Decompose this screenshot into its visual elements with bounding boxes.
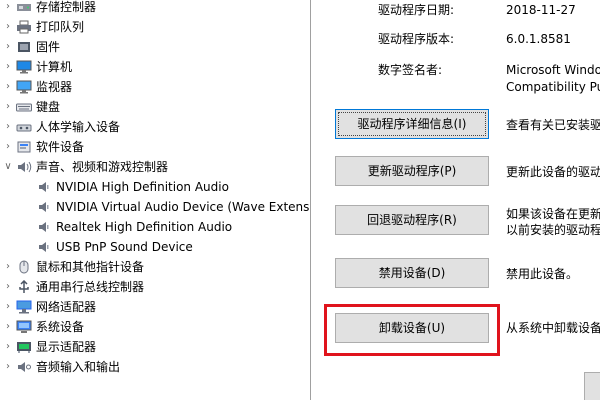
driver-version-label: 驱动程序版本:: [378, 32, 455, 46]
disable-device-button[interactable]: 禁用设备(D): [335, 258, 489, 288]
driver-details-button[interactable]: 驱动程序详细信息(I): [335, 109, 489, 139]
tree-item-label: 声音、视频和游戏控制器: [36, 160, 169, 174]
tree-child-item[interactable]: NVIDIA Virtual Audio Device (Wave Extens…: [0, 197, 310, 217]
tree-item-label: 通用串行总线控制器: [36, 280, 145, 294]
digital-signer-value-line1: Microsoft Windows Hardware: [506, 63, 600, 77]
roll-back-driver-description-line2: 以前安装的驱动程序。: [506, 223, 600, 237]
chevron-right-icon[interactable]: ›: [3, 357, 13, 377]
speaker-icon: [39, 242, 49, 252]
network-adapter-icon: [16, 300, 32, 314]
chevron-right-icon[interactable]: ›: [3, 37, 13, 57]
tree-child-item[interactable]: NVIDIA High Definition Audio: [0, 177, 310, 197]
tree-category-item[interactable]: ∨ 声音、视频和游戏控制器: [0, 157, 310, 177]
tree-item-label: 系统设备: [36, 320, 85, 334]
computer-icon: [16, 60, 32, 74]
speaker-icon: [39, 202, 49, 212]
tree-category-item[interactable]: › 鼠标和其他指针设备: [0, 257, 310, 277]
chevron-right-icon[interactable]: ›: [3, 57, 13, 77]
digital-signer-value-line2: Compatibility Publisher: [506, 80, 600, 94]
digital-signer-label: 数字签名者:: [378, 63, 443, 77]
usb-icon: [19, 280, 29, 293]
chevron-down-icon[interactable]: ∨: [3, 157, 13, 177]
device-tree[interactable]: › 存储控制器 › 打印队列 › 固件 › 计算机 › 监视器 › 键盘 › 人体学输入设备 › 软件设备 ∨ 声…: [0, 0, 310, 400]
keyboard-icon: [16, 103, 32, 112]
tree-category-item[interactable]: › 网络适配器: [0, 297, 310, 317]
driver-properties-panel: 驱动程序日期: 2018-11-27 驱动程序版本: 6.0.1.8581 数字…: [311, 0, 600, 400]
chevron-right-icon[interactable]: ›: [3, 97, 13, 117]
tree-item-label: 键盘: [36, 100, 61, 114]
tree-category-item[interactable]: › 人体学输入设备: [0, 117, 310, 137]
tree-item-label: 监视器: [36, 80, 73, 94]
roll-back-driver-button[interactable]: 回退驱动程序(R): [335, 205, 489, 235]
tree-item-label: USB PnP Sound Device: [56, 240, 193, 254]
driver-version-value: 6.0.1.8581: [506, 32, 571, 46]
chevron-right-icon[interactable]: ›: [3, 77, 13, 97]
tree-item-label: 人体学输入设备: [36, 120, 121, 134]
tree-category-item[interactable]: › 键盘: [0, 97, 310, 117]
uninstall-device-description: 从系统中卸载设备(高级)。: [506, 321, 600, 335]
disable-device-description: 禁用此设备。: [506, 267, 579, 281]
speaker-icon: [39, 182, 49, 192]
chevron-right-icon[interactable]: ›: [3, 0, 13, 17]
storage-controller-icon: [17, 4, 31, 11]
tree-child-item[interactable]: Realtek High Definition Audio: [0, 217, 310, 237]
mouse-icon: [19, 260, 29, 274]
tree-category-item[interactable]: › 软件设备: [0, 137, 310, 157]
system-device-icon: [16, 320, 32, 333]
tree-item-label: 显示适配器: [36, 340, 97, 354]
chevron-right-icon[interactable]: ›: [3, 337, 13, 357]
chevron-right-icon[interactable]: ›: [3, 317, 13, 337]
dialog-action-button[interactable]: [584, 372, 600, 400]
chevron-right-icon[interactable]: ›: [3, 297, 13, 317]
firmware-icon: [18, 42, 30, 52]
chevron-right-icon[interactable]: ›: [3, 257, 13, 277]
chevron-right-icon[interactable]: ›: [3, 17, 13, 37]
speaker-icon: [39, 222, 49, 232]
software-device-icon: [17, 141, 31, 153]
uninstall-device-button[interactable]: 卸载设备(U): [335, 313, 489, 343]
monitor-icon: [16, 80, 32, 94]
tree-item-label: 软件设备: [36, 140, 85, 154]
audio-io-icon: [18, 362, 31, 372]
update-driver-description: 更新此设备的驱动程序。: [506, 165, 600, 179]
tree-child-item[interactable]: USB PnP Sound Device: [0, 237, 310, 257]
tree-category-item[interactable]: › 存储控制器: [0, 0, 310, 17]
update-driver-button[interactable]: 更新驱动程序(P): [335, 156, 489, 186]
printer-icon: [17, 20, 31, 34]
tree-item-label: NVIDIA Virtual Audio Device (Wave Extens…: [56, 200, 310, 214]
tree-item-label: 固件: [36, 40, 61, 54]
tree-category-item[interactable]: › 固件: [0, 37, 310, 57]
tree-item-label: 存储控制器: [36, 0, 97, 14]
tree-item-label: Realtek High Definition Audio: [56, 220, 233, 234]
tree-item-label: 音频输入和输出: [36, 360, 121, 374]
tree-category-item[interactable]: › 计算机: [0, 57, 310, 77]
chevron-right-icon[interactable]: ›: [3, 277, 13, 297]
tree-category-item[interactable]: › 显示适配器: [0, 337, 310, 357]
hid-icon: [16, 124, 32, 132]
driver-date-label: 驱动程序日期:: [378, 3, 455, 17]
tree-category-item[interactable]: › 系统设备: [0, 317, 310, 337]
tree-category-item[interactable]: › 监视器: [0, 77, 310, 97]
roll-back-driver-description-line1: 如果该设备在更新驱动程序时失败，则: [506, 207, 600, 221]
chevron-right-icon[interactable]: ›: [3, 117, 13, 137]
tree-category-item[interactable]: › 通用串行总线控制器: [0, 277, 310, 297]
tree-item-label: NVIDIA High Definition Audio: [56, 180, 229, 194]
tree-item-label: 鼠标和其他指针设备: [36, 260, 145, 274]
display-adapter-icon: [17, 342, 31, 353]
driver-details-description: 查看有关已安装驱动程序文件的详细信息。: [506, 118, 600, 132]
tree-item-label: 网络适配器: [36, 300, 97, 314]
sound-controller-icon: [18, 161, 32, 173]
chevron-right-icon[interactable]: ›: [3, 137, 13, 157]
tree-category-item[interactable]: › 音频输入和输出: [0, 357, 310, 377]
tree-item-label: 计算机: [36, 60, 73, 74]
tree-item-label: 打印队列: [36, 20, 85, 34]
driver-date-value: 2018-11-27: [506, 3, 576, 17]
tree-category-item[interactable]: › 打印队列: [0, 17, 310, 37]
